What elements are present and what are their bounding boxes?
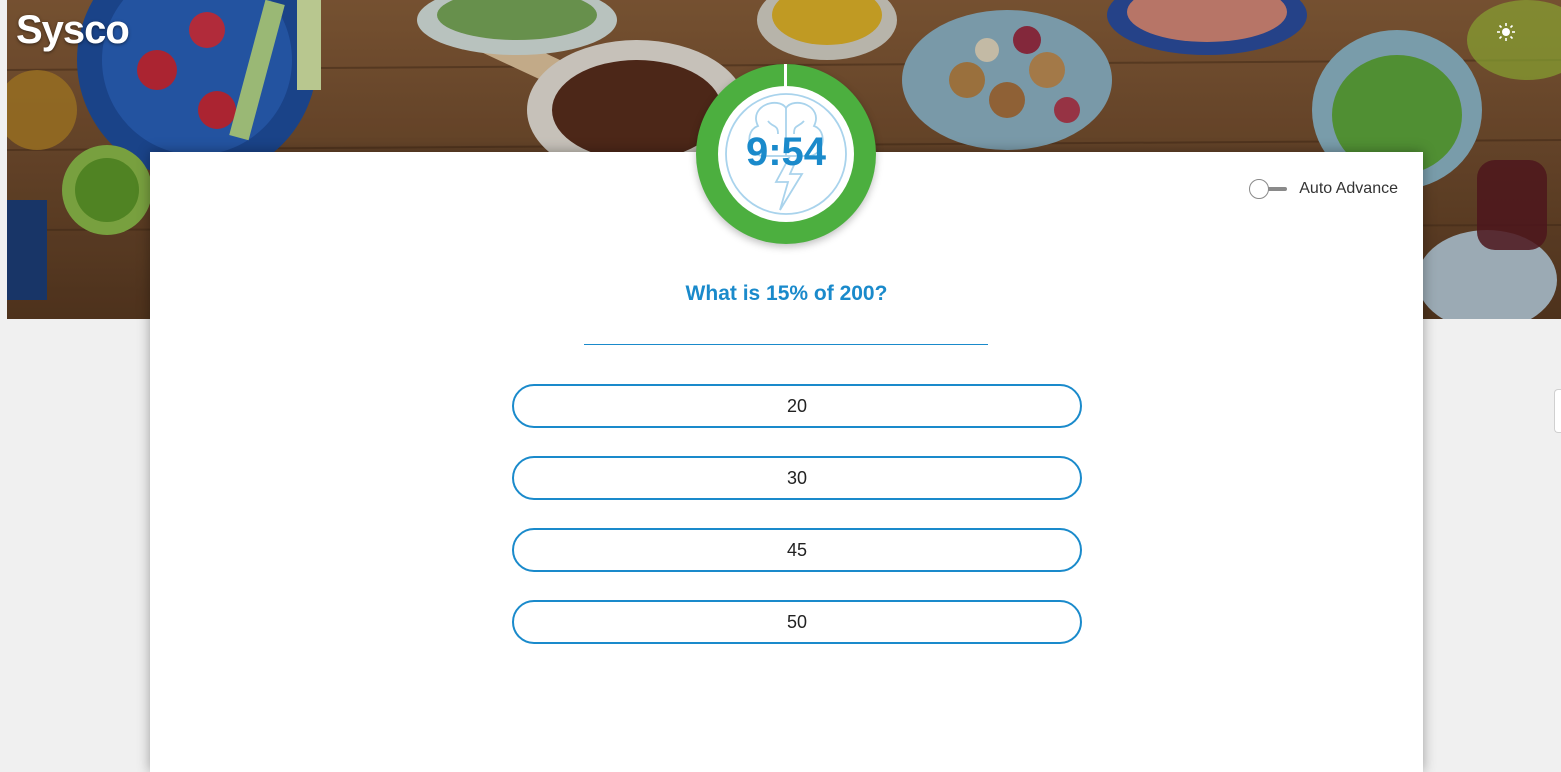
countdown-timer: 9:54: [696, 64, 876, 244]
auto-advance-toggle[interactable]: Auto Advance: [1249, 179, 1398, 199]
answer-option[interactable]: 45: [512, 528, 1082, 572]
question-divider: [584, 344, 988, 345]
answer-option[interactable]: 50: [512, 600, 1082, 644]
timer-face: 9:54: [718, 86, 854, 222]
side-panel-tab[interactable]: [1554, 389, 1561, 433]
toggle-switch[interactable]: [1249, 179, 1289, 199]
question-text: What is 15% of 200?: [685, 282, 888, 305]
timer-value: 9:54: [745, 130, 827, 174]
answer-option[interactable]: 20: [512, 384, 1082, 428]
quiz-card: Auto Advance What is 15% of 200? 20 30 4…: [150, 152, 1423, 772]
auto-advance-label: Auto Advance: [1299, 180, 1398, 197]
answer-option[interactable]: 30: [512, 456, 1082, 500]
brightness-icon[interactable]: [1494, 20, 1518, 44]
toggle-knob: [1249, 179, 1270, 199]
sysco-logo: Sysco: [16, 8, 130, 52]
timer-progress-marker: [784, 64, 787, 88]
